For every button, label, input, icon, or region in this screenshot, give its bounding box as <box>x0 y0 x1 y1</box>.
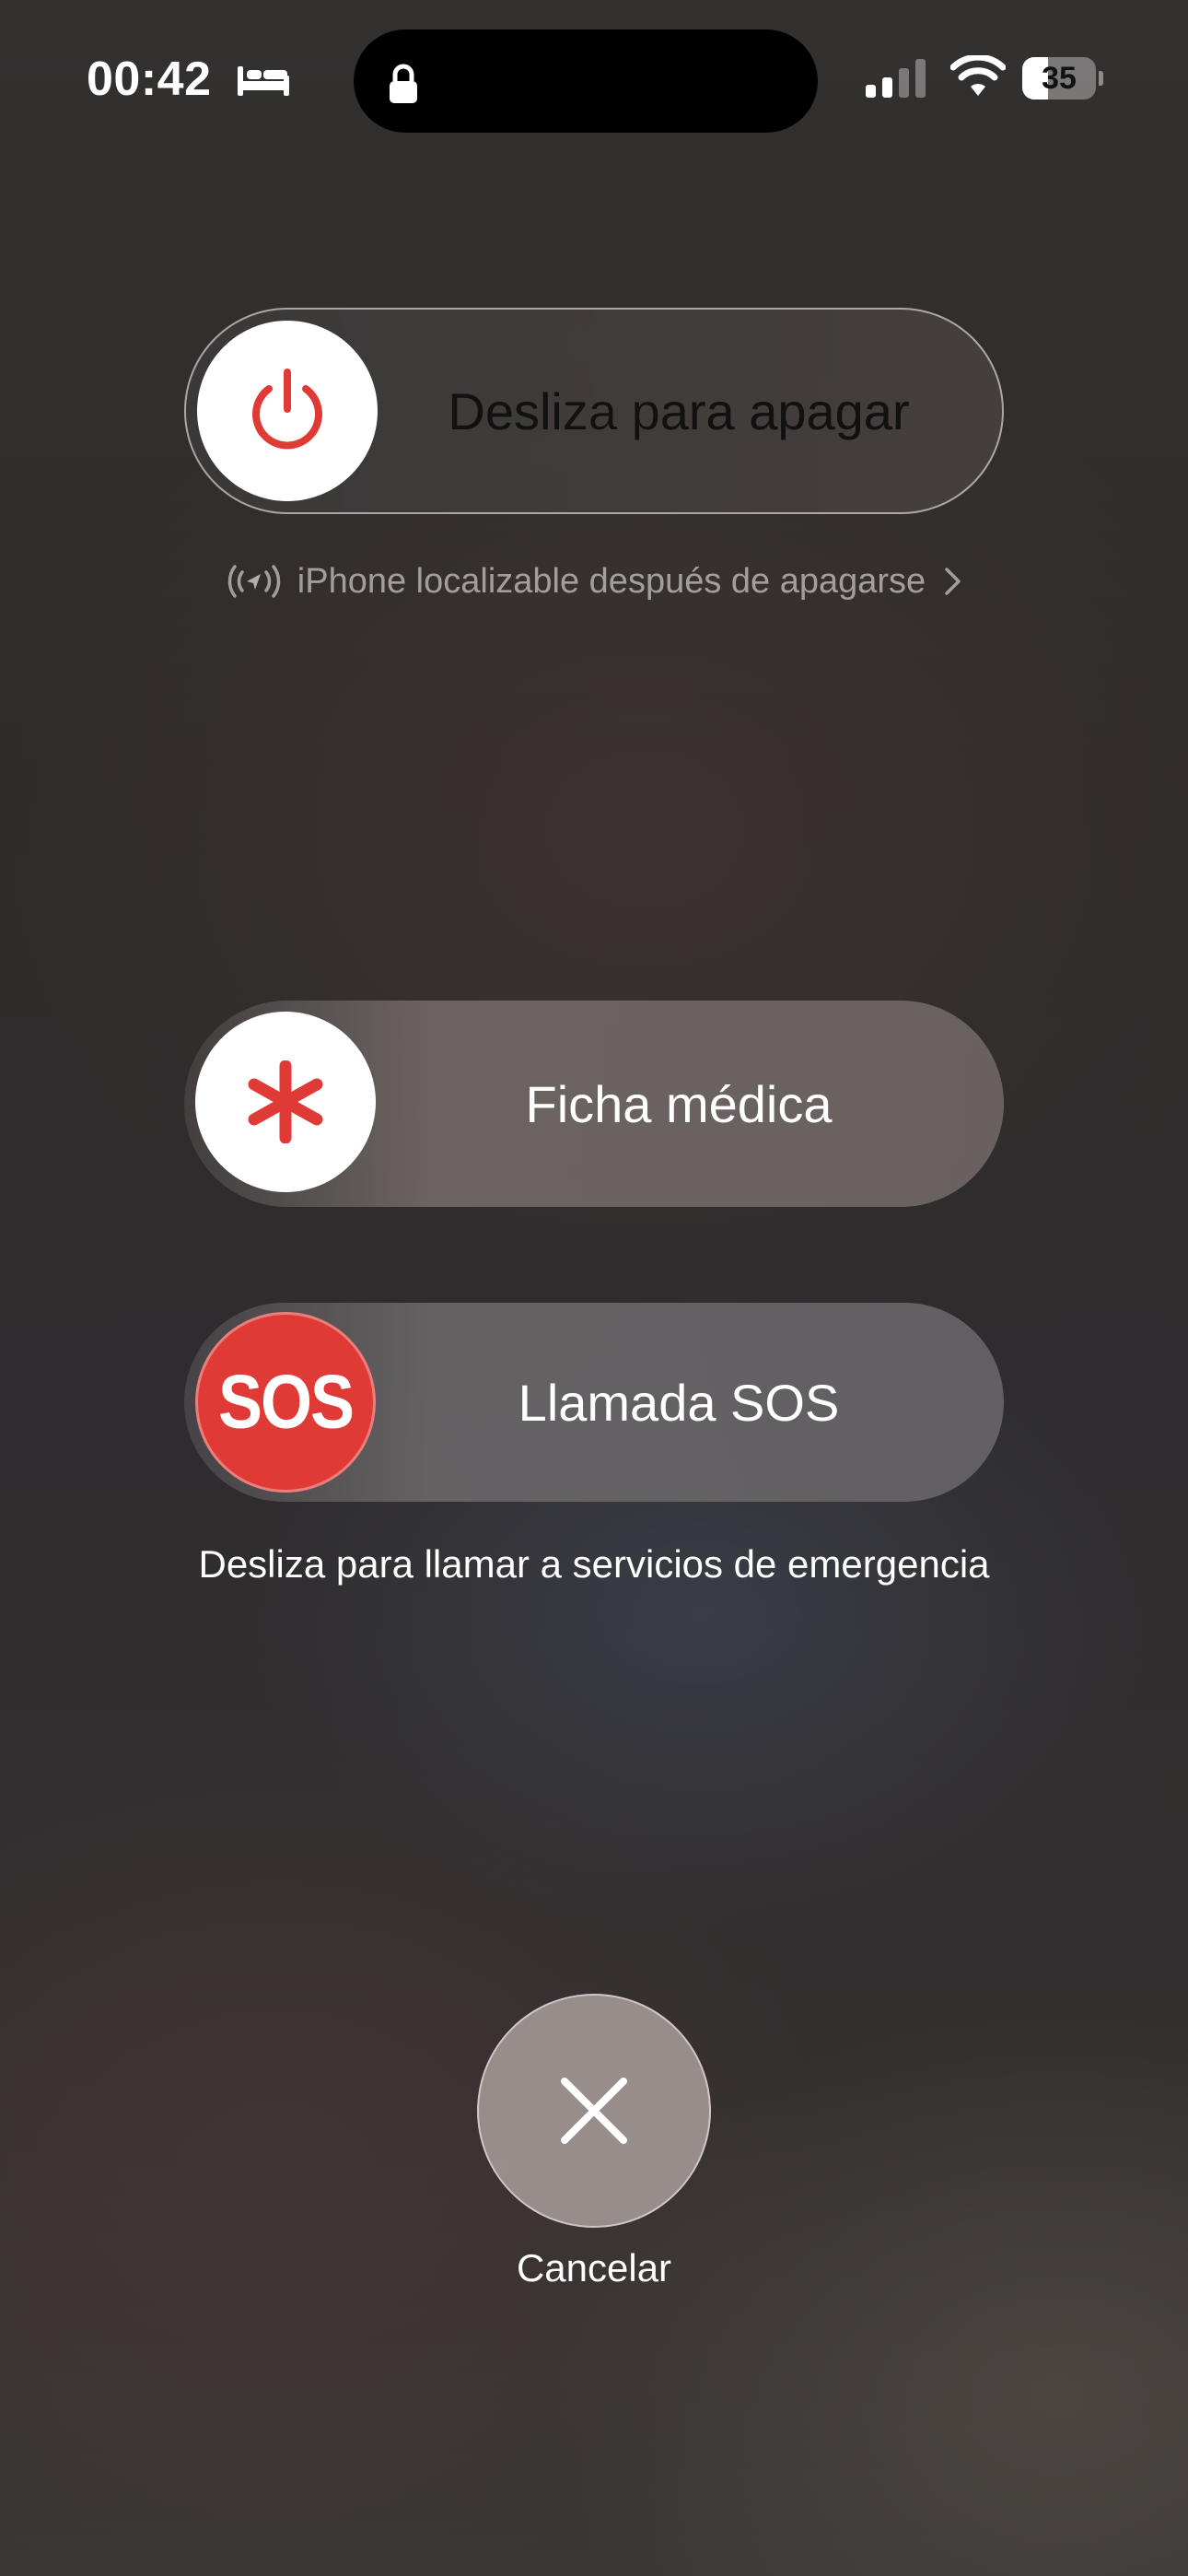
medical-id-slider[interactable]: Ficha médica <box>184 1001 1004 1207</box>
battery-cap <box>1099 71 1103 86</box>
emergency-sos-slider[interactable]: SOS Llamada SOS <box>184 1303 1004 1502</box>
chevron-right-icon <box>945 568 961 595</box>
findmy-text: iPhone localizable después de apagarse <box>297 561 926 601</box>
findmy-signal-icon <box>227 565 280 598</box>
cancel-label: Cancelar <box>516 2246 672 2289</box>
findmy-link[interactable]: iPhone localizable después de apagarse <box>0 558 1188 604</box>
cancel-button[interactable] <box>477 1994 711 2228</box>
power-off-slider[interactable]: Desliza para apagar <box>184 308 1004 514</box>
battery-body: 35 <box>1022 57 1096 100</box>
close-icon <box>561 2078 627 2144</box>
medical-asterisk-icon <box>248 1060 323 1143</box>
wifi-icon <box>950 55 1006 96</box>
sos-label: Llamada SOS <box>518 1373 840 1432</box>
dynamic-island <box>354 29 818 133</box>
medical-id-label: Ficha médica <box>525 1074 833 1133</box>
sos-caption: Desliza para llamar a servicios de emerg… <box>198 1542 990 1586</box>
power-off-knob[interactable] <box>197 321 378 501</box>
medical-id-knob[interactable] <box>195 1012 376 1192</box>
cellular-signal-icon <box>866 59 926 98</box>
sos-knob-text: SOS <box>217 1360 355 1445</box>
battery-indicator: 35 <box>1022 57 1103 100</box>
power-icon <box>252 369 322 450</box>
status-time: 00:42 <box>87 53 212 106</box>
lock-icon <box>390 64 417 103</box>
battery-percent: 35 <box>1042 61 1077 96</box>
sos-knob[interactable]: SOS <box>195 1312 376 1493</box>
power-off-label: Desliza para apagar <box>392 310 965 512</box>
bed-icon <box>238 66 289 96</box>
